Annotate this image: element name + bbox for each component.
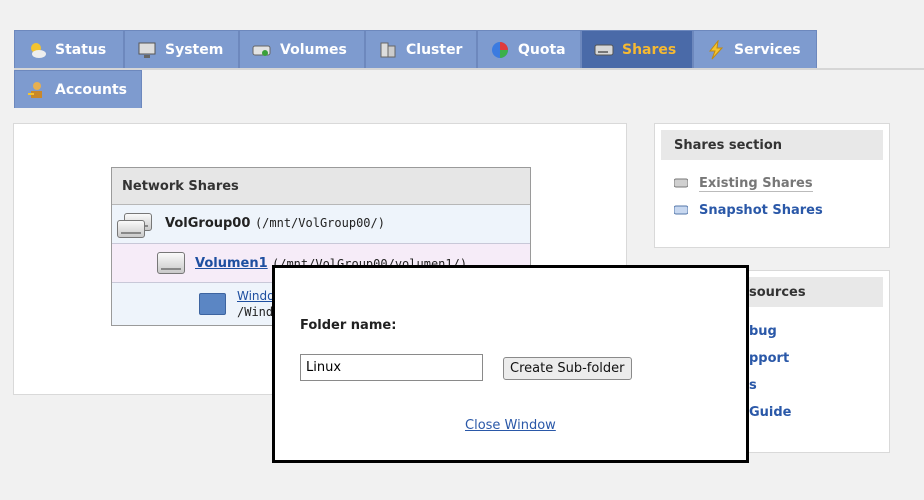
user-key-icon (27, 80, 47, 100)
close-window-link[interactable]: Close Window (465, 418, 556, 433)
folder-icon (199, 293, 226, 315)
tab-volumes[interactable]: Volumes (239, 30, 365, 68)
tab-label: Status (55, 41, 107, 58)
tab-services[interactable]: Services (693, 30, 817, 68)
tab-shares[interactable]: Shares (581, 30, 693, 68)
resource-link-bug[interactable]: bug (749, 324, 777, 339)
volume-link[interactable]: Volumen1 (195, 256, 268, 271)
share-link[interactable]: Windo (237, 289, 275, 303)
existing-shares-icon (673, 177, 689, 189)
snapshot-shares-icon (673, 204, 689, 216)
shares-drive-icon (594, 40, 614, 60)
main-tab-bar: Status System Volumes Cluster Quota Shar… (14, 30, 924, 110)
tab-label: System (165, 41, 224, 58)
tab-label: Services (734, 41, 801, 58)
sun-cloud-icon (27, 40, 47, 60)
snapshot-shares-link[interactable]: Snapshot Shares (699, 203, 823, 218)
lightning-icon (706, 38, 726, 60)
tab-status[interactable]: Status (14, 30, 124, 68)
folder-name-input[interactable] (300, 354, 483, 381)
tab-label: Accounts (55, 81, 128, 98)
folder-name-label: Folder name: (300, 318, 397, 333)
create-subfolder-dialog: Folder name: Create Sub-folder Close Win… (272, 265, 749, 463)
cluster-icon (378, 40, 398, 60)
volume-group-label: VolGroup00 (/mnt/VolGroup00/) (165, 216, 385, 231)
tab-divider (14, 68, 924, 70)
volume-group-path: (/mnt/VolGroup00/) (254, 216, 385, 230)
table-title: Network Shares (112, 168, 530, 205)
pie-icon (490, 40, 510, 60)
tab-label: Cluster (406, 41, 463, 58)
monitor-icon (137, 40, 157, 60)
shares-section-title: Shares section (661, 130, 883, 160)
existing-shares-link[interactable]: Existing Shares (699, 176, 813, 192)
create-subfolder-button[interactable]: Create Sub-folder (503, 357, 632, 380)
resource-link-guide[interactable]: Guide (749, 405, 792, 420)
tab-label: Shares (622, 41, 677, 58)
tab-cluster[interactable]: Cluster (365, 30, 477, 68)
resource-link-s[interactable]: s (749, 378, 757, 393)
shares-section-box: Shares section Existing Shares Snapshot … (654, 123, 890, 248)
tab-label: Volumes (280, 41, 347, 58)
volume-group-row[interactable]: VolGroup00 (/mnt/VolGroup00/) (112, 205, 530, 244)
tab-label: Quota (518, 41, 566, 58)
tab-system[interactable]: System (124, 30, 239, 68)
volume-drive-icon (252, 40, 272, 60)
tab-accounts[interactable]: Accounts (14, 70, 142, 108)
resource-link-support[interactable]: pport (749, 351, 789, 366)
tab-quota[interactable]: Quota (477, 30, 581, 68)
